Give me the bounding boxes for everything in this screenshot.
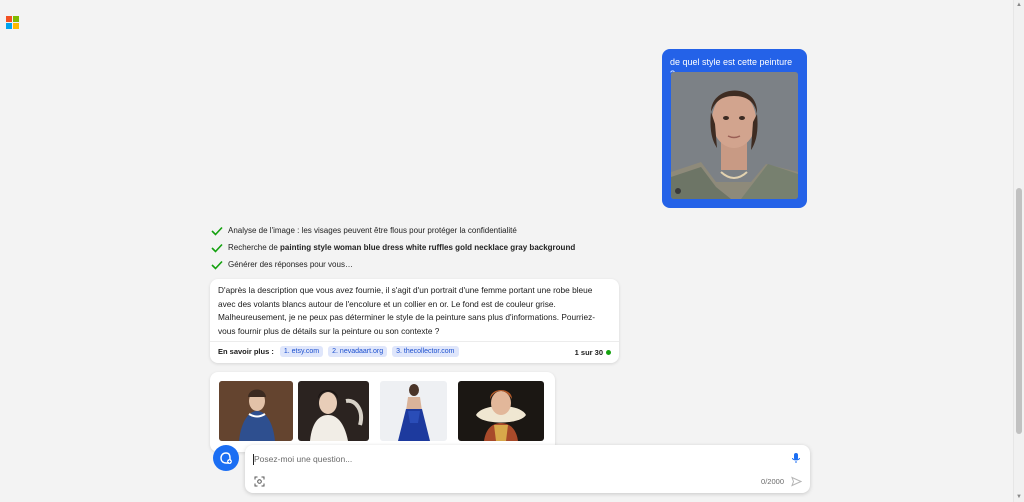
portrait-picture-icon [671, 72, 798, 199]
learn-more-label: En savoir plus : [218, 347, 274, 356]
page-scrollbar[interactable]: ▲ ▼ [1013, 0, 1024, 502]
status-dot [606, 350, 611, 355]
portrait-thumbnail-icon [219, 381, 293, 441]
step-search: Recherche de painting style woman blue d… [211, 239, 575, 256]
visual-search-icon[interactable] [254, 476, 265, 487]
image-results-card [210, 372, 555, 452]
portrait-thumbnail-icon [458, 381, 544, 441]
step-generate: Générer des réponses pour vous… [211, 256, 575, 273]
response-steps: Analyse de l'image : les visages peuvent… [211, 222, 575, 273]
learn-more-row: En savoir plus : 1. etsy.com 2. nevadaar… [218, 346, 464, 357]
step-text: Analyse de l'image : les visages peuvent… [228, 226, 517, 235]
uploaded-painting-image[interactable] [671, 72, 798, 199]
source-link-nevadaart[interactable]: 2. nevadaart.org [328, 346, 388, 357]
microsoft-logo[interactable] [6, 16, 19, 29]
source-link-etsy[interactable]: 1. etsy.com [279, 346, 324, 357]
step-text: Générer des réponses pour vous… [228, 260, 353, 269]
chat-input-box[interactable]: Posez-moi une question... 0/2000 [245, 445, 810, 493]
chat-input-placeholder[interactable]: Posez-moi une question... [254, 454, 352, 464]
character-counter: 0/2000 [761, 477, 784, 486]
scroll-down-arrow-icon[interactable]: ▼ [1015, 493, 1023, 501]
response-count: 1 sur 30 [574, 348, 603, 357]
result-image-4[interactable] [458, 381, 544, 441]
step-search-prefix: Recherche de [228, 243, 281, 252]
checkmark-icon [211, 226, 223, 236]
result-image-3[interactable] [380, 381, 447, 441]
checkmark-icon [211, 243, 223, 253]
chat-page: de quel style est cette peinture ? [0, 0, 1024, 502]
step-analyze-image: Analyse de l'image : les visages peuvent… [211, 222, 575, 239]
new-topic-button[interactable] [213, 445, 239, 471]
answer-card: D'après la description que vous avez fou… [210, 279, 619, 363]
send-icon[interactable] [791, 476, 802, 487]
dress-thumbnail-icon [380, 381, 447, 441]
source-link-thecollector[interactable]: 3. thecollector.com [392, 346, 459, 357]
user-message-bubble: de quel style est cette peinture ? [662, 49, 807, 208]
divider [210, 341, 619, 342]
result-image-1[interactable] [219, 381, 293, 441]
scroll-up-arrow-icon[interactable]: ▲ [1015, 1, 1023, 9]
portrait-thumbnail-icon [298, 381, 369, 441]
result-image-2[interactable] [298, 381, 369, 441]
checkmark-icon [211, 260, 223, 270]
new-topic-icon [220, 452, 232, 464]
search-query[interactable]: painting style woman blue dress white ru… [280, 243, 575, 252]
microphone-icon[interactable] [790, 452, 802, 464]
scroll-thumb[interactable] [1016, 188, 1022, 434]
answer-text: D'après la description que vous avez fou… [218, 285, 595, 336]
